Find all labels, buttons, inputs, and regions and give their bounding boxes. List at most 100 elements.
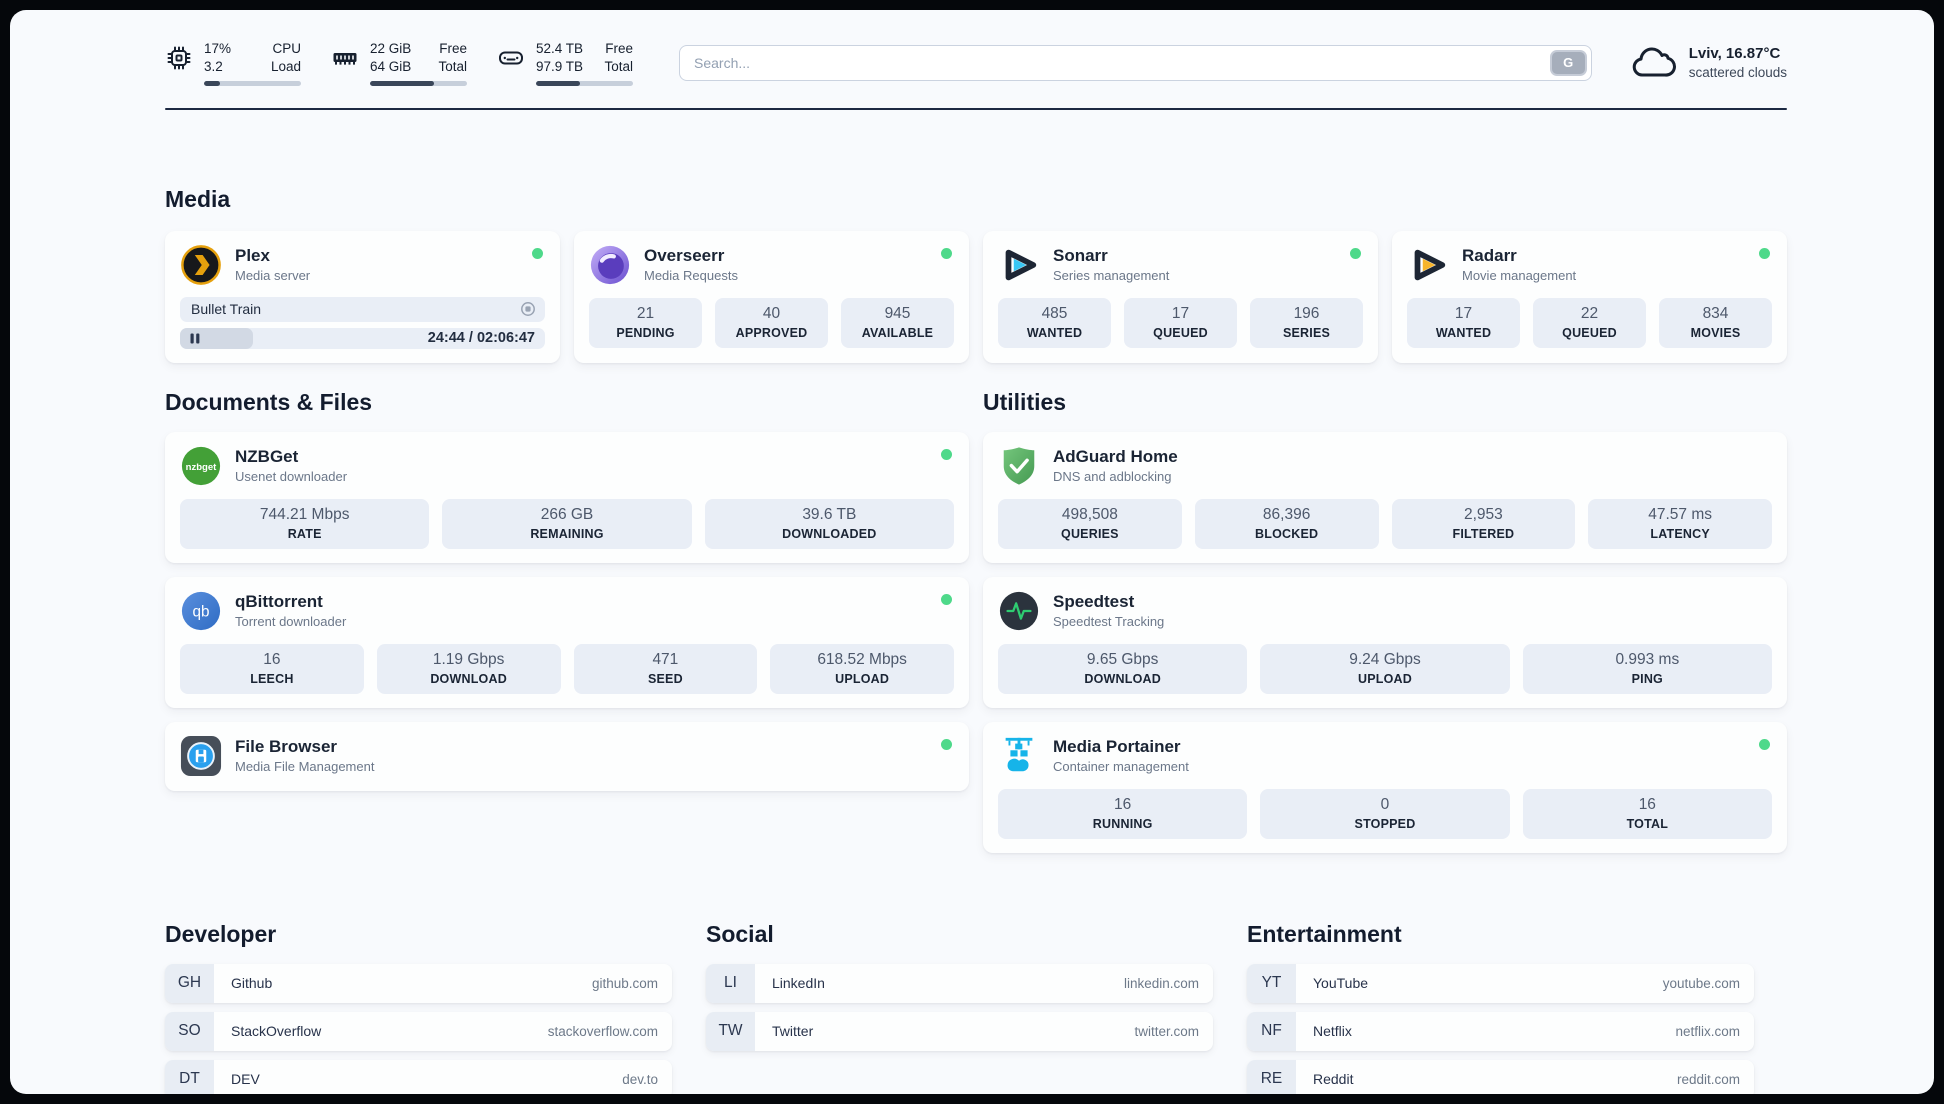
stat-queries: 498,508 QUERIES	[998, 498, 1182, 549]
portainer-icon	[998, 735, 1040, 777]
disk-label-2: Total	[604, 58, 633, 74]
cpu-label-1: CPU	[272, 41, 301, 56]
stat-blocked: 86,396 BLOCKED	[1194, 498, 1379, 549]
documents-column: Documents & Files nzbget NZBGet Usenet d…	[165, 389, 969, 805]
memory-total: 64 GiB	[370, 58, 412, 74]
stat-upload: 618.52 Mbps UPLOAD	[770, 643, 954, 694]
bookmark-domain: reddit.com	[1676, 1071, 1740, 1087]
stat-series: 196 SERIES	[1250, 297, 1363, 348]
stat-stopped: 0 STOPPED	[1260, 788, 1510, 839]
app-card-radarr[interactable]: Radarr Movie management 17 WANTED 22 QUE…	[1392, 230, 1787, 363]
weather-description: scattered clouds	[1688, 65, 1787, 81]
status-dot	[1759, 247, 1770, 259]
app-card-plex[interactable]: Plex Media server Bullet Train 24:44 / 0…	[165, 230, 560, 363]
disk-label-1: Free	[605, 41, 633, 56]
bookmark-name: YouTube	[1313, 975, 1369, 992]
plex-icon	[180, 244, 222, 286]
playback-progress-bar: 24:44 / 02:06:47	[180, 327, 545, 349]
status-dot	[1759, 738, 1770, 750]
bookmark-abbr: TW	[706, 1011, 755, 1051]
cpu-progress	[204, 80, 301, 86]
app-title: Sonarr	[1053, 245, 1108, 265]
app-subtitle: Media Requests	[644, 268, 738, 284]
app-card-overseerr[interactable]: Overseerr Media Requests 21 PENDING 40 A…	[574, 230, 969, 363]
bookmark-domain: dev.to	[622, 1071, 658, 1087]
stat-remaining: 266 GB REMAINING	[442, 498, 692, 549]
bookmark-group-developer: Developer GH Github github.com SO StackO…	[165, 921, 672, 1094]
cpu-label-2: Load	[270, 58, 301, 74]
app-subtitle: Movie management	[1462, 268, 1577, 284]
bookmark-domain: linkedin.com	[1123, 975, 1199, 991]
bookmark-stackoverflow[interactable]: SO StackOverflow stackoverflow.com	[165, 1011, 672, 1051]
stat-pending: 21 PENDING	[589, 297, 702, 348]
stat-seed: 471 SEED	[573, 643, 758, 694]
stat-available: 945 AVAILABLE	[841, 297, 954, 348]
pause-icon[interactable]	[190, 333, 200, 344]
app-title: AdGuard Home	[1053, 446, 1178, 466]
status-dot	[941, 593, 952, 605]
app-title: Overseerr	[644, 245, 725, 265]
section-title-documents: Documents & Files	[165, 388, 373, 415]
memory-label-2: Total	[438, 58, 467, 74]
cpu-usage: 17%	[204, 41, 232, 56]
adguard-icon	[998, 445, 1040, 487]
bookmark-dev[interactable]: DT DEV dev.to	[165, 1059, 672, 1094]
search-input[interactable]	[679, 44, 1592, 81]
app-subtitle: Usenet downloader	[235, 469, 348, 485]
disk-icon	[499, 51, 523, 65]
bookmark-abbr: RE	[1247, 1059, 1296, 1094]
overseerr-icon	[589, 244, 631, 286]
radarr-icon	[1407, 244, 1449, 286]
stat-leech: 16 LEECH	[180, 643, 364, 694]
app-card-speedtest[interactable]: Speedtest Speedtest Tracking 9.65 Gbps D…	[983, 576, 1787, 708]
bookmark-group-social: Social LI LinkedIn linkedin.com TW Twitt…	[706, 921, 1213, 1094]
stat-latency: 47.57 ms LATENCY	[1588, 498, 1772, 549]
bookmark-youtube[interactable]: YT YouTube youtube.com	[1247, 963, 1754, 1003]
stat-ping: 0.993 ms PING	[1522, 643, 1772, 694]
bookmark-domain: netflix.com	[1675, 1023, 1740, 1039]
memory-widget: 22 GiB 64 GiB Free Total	[331, 40, 467, 86]
memory-free: 22 GiB	[370, 41, 412, 56]
app-card-filebrowser[interactable]: File Browser Media File Management	[165, 721, 969, 791]
app-title: File Browser	[235, 736, 338, 756]
speedtest-icon	[998, 590, 1040, 632]
app-card-adguard[interactable]: AdGuard Home DNS and adblocking 498,508 …	[983, 431, 1787, 563]
bookmark-domain: github.com	[591, 975, 658, 991]
top-bar: 17% 3.2 CPU Load 22 GiB 64 GiB Free Tota…	[165, 40, 1787, 86]
bookmark-abbr: DT	[165, 1059, 214, 1094]
media-card-row: Plex Media server Bullet Train 24:44 / 0…	[165, 230, 1787, 363]
stat-movies: 834 MOVIES	[1659, 297, 1772, 348]
bookmark-domain: youtube.com	[1662, 975, 1740, 991]
status-dot	[1350, 247, 1361, 259]
app-subtitle: Torrent downloader	[235, 614, 347, 630]
search-engine-button[interactable]: G	[1549, 49, 1587, 76]
memory-icon	[333, 53, 357, 65]
status-dot	[532, 247, 543, 259]
utilities-column: Utilities AdGuard Home DNS and adblockin…	[983, 389, 1787, 867]
stat-queued: 17 QUEUED	[1124, 297, 1237, 348]
app-card-sonarr[interactable]: Sonarr Series management 485 WANTED 17 Q…	[983, 230, 1378, 363]
stat-running: 16 RUNNING	[998, 788, 1248, 839]
app-card-nzbget[interactable]: nzbget NZBGet Usenet downloader 744.21 M…	[165, 431, 969, 563]
section-title-entertainment: Entertainment	[1247, 920, 1402, 947]
nzbget-icon: nzbget	[180, 445, 222, 487]
app-card-portainer[interactable]: Media Portainer Container management 16 …	[983, 721, 1787, 853]
bookmark-twitter[interactable]: TW Twitter twitter.com	[706, 1011, 1213, 1051]
sonarr-icon	[998, 244, 1040, 286]
app-card-qbittorrent[interactable]: qb qBittorrent Torrent downloader 16 LEE…	[165, 576, 969, 708]
app-title: Media Portainer	[1053, 736, 1181, 756]
cloud-icon	[1632, 47, 1676, 77]
bookmark-linkedin[interactable]: LI LinkedIn linkedin.com	[706, 963, 1213, 1003]
bookmark-reddit[interactable]: RE Reddit reddit.com	[1247, 1059, 1754, 1094]
stat-downloaded: 39.6 TB DOWNLOADED	[704, 498, 954, 549]
bookmark-netflix[interactable]: NF Netflix netflix.com	[1247, 1011, 1754, 1051]
bookmark-github[interactable]: GH Github github.com	[165, 963, 672, 1003]
bookmark-name: Netflix	[1313, 1023, 1352, 1040]
stat-upload: 9.24 Gbps UPLOAD	[1260, 643, 1510, 694]
app-title: NZBGet	[235, 446, 299, 466]
bookmark-name: LinkedIn	[772, 975, 825, 992]
app-title: Plex	[235, 245, 270, 265]
svg-text:qb: qb	[193, 603, 210, 620]
bookmark-abbr: GH	[165, 963, 214, 1003]
bookmark-name: DEV	[231, 1071, 260, 1088]
